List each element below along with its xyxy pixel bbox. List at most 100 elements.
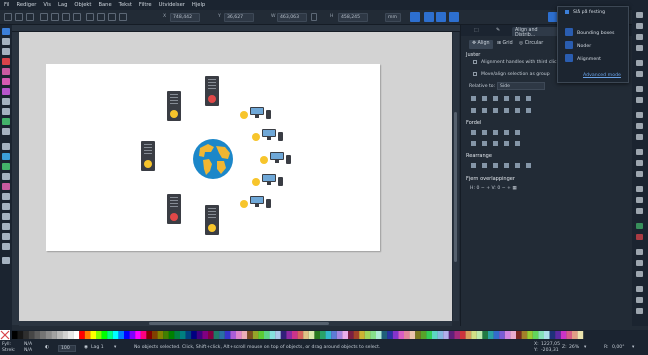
align-top-icon[interactable] [482, 108, 487, 113]
palette-swatch[interactable] [45, 331, 52, 339]
palette-swatch[interactable] [348, 331, 354, 339]
palette-swatch[interactable] [432, 331, 438, 339]
palette-swatch[interactable] [387, 331, 393, 339]
horizontal-scroll-thumb[interactable] [149, 322, 329, 325]
snap-bounding-boxes[interactable]: Bounding boxes [565, 28, 614, 36]
exchange-selected-icon[interactable] [482, 163, 487, 168]
menu-utvidelser[interactable]: Utvidelser [159, 2, 185, 8]
subtab-grid[interactable]: ⊞ Grid [494, 40, 516, 49]
palette-swatch[interactable] [325, 331, 332, 339]
distribute-right-icon[interactable] [493, 130, 498, 135]
clone-icon[interactable] [636, 197, 643, 203]
checkbox-icon[interactable] [473, 60, 477, 64]
checkbox-checked-icon[interactable] [565, 10, 569, 14]
w-field[interactable]: 463,063 [277, 13, 307, 22]
text-font-icon[interactable] [636, 260, 643, 266]
palette-swatch[interactable] [420, 331, 427, 339]
palette-swatch[interactable] [68, 331, 74, 339]
palette-swatch[interactable] [135, 331, 141, 339]
align-distribute-icon[interactable] [636, 297, 643, 303]
duplicate-icon[interactable] [636, 186, 643, 192]
randomize-icon[interactable] [504, 163, 509, 168]
select-all-layers-icon[interactable] [15, 13, 23, 21]
palette-swatch[interactable] [331, 331, 337, 339]
align-bottom-edge-icon[interactable] [471, 108, 476, 113]
palette-swatch[interactable] [437, 331, 444, 339]
menu-vis[interactable]: Vis [43, 2, 51, 8]
palette-swatch[interactable] [566, 331, 572, 339]
move-patterns-icon[interactable] [449, 12, 459, 22]
palette-swatch[interactable] [17, 331, 24, 339]
unclump-icon[interactable] [515, 163, 520, 168]
palette-swatch[interactable] [112, 331, 119, 339]
zoom-page-icon[interactable] [636, 171, 643, 177]
text-tool-icon[interactable] [2, 143, 10, 150]
group-icon[interactable] [636, 223, 643, 229]
palette-swatch[interactable] [280, 331, 287, 339]
remove-overlaps-button-icon[interactable]: ▦ [512, 186, 516, 191]
palette-swatch[interactable] [292, 331, 298, 339]
star-tool-icon[interactable] [2, 88, 10, 95]
palette-swatch[interactable] [471, 331, 477, 339]
lower-icon[interactable] [108, 13, 116, 21]
palette-swatch[interactable] [465, 331, 472, 339]
palette-swatch[interactable] [252, 331, 259, 339]
menu-filtre[interactable]: Filtre [139, 2, 152, 8]
fill-value[interactable]: N/A [24, 342, 32, 347]
paste-icon[interactable] [636, 134, 643, 140]
scale-stroke-icon[interactable] [410, 12, 420, 22]
layers-icon[interactable] [636, 271, 643, 277]
align-right-icon[interactable] [504, 96, 509, 101]
scale-radii-icon[interactable] [424, 12, 434, 22]
palette-swatch[interactable] [90, 331, 96, 339]
palette-swatch[interactable] [521, 331, 528, 339]
undo-icon[interactable] [636, 86, 643, 92]
tab-align-distribute[interactable]: Align and Distrib... [512, 27, 562, 38]
eraser-tool-icon[interactable] [2, 203, 10, 210]
align-right-edge-icon[interactable] [515, 96, 520, 101]
palette-swatch[interactable] [359, 331, 365, 339]
palette-swatch[interactable] [174, 331, 180, 339]
palette-swatch[interactable] [516, 331, 522, 339]
palette-swatch[interactable] [381, 331, 388, 339]
ungroup-icon[interactable] [636, 234, 643, 240]
lock-ratio-icon[interactable] [311, 13, 317, 21]
palette-swatch[interactable] [560, 331, 567, 339]
palette-swatch[interactable] [476, 331, 483, 339]
palette-swatch[interactable] [392, 331, 399, 339]
palette-swatch[interactable] [275, 331, 281, 339]
palette-swatch[interactable] [224, 331, 231, 339]
copy-icon[interactable] [636, 112, 643, 118]
preferences-icon[interactable] [636, 308, 643, 314]
palette-swatch[interactable] [454, 331, 460, 339]
zoom-value[interactable]: 26% [569, 345, 579, 350]
paint-bucket-tool-icon[interactable] [2, 183, 10, 190]
palette-swatch[interactable] [34, 331, 40, 339]
palette-swatch[interactable] [353, 331, 360, 339]
palette-swatch[interactable] [73, 331, 80, 339]
distribute-center-h-icon[interactable] [482, 130, 487, 135]
ellipse-tool-icon[interactable] [2, 78, 10, 85]
open-icon[interactable] [636, 23, 643, 29]
rect-tool-icon[interactable] [2, 58, 10, 65]
palette-swatch[interactable] [23, 331, 29, 339]
palette-swatch[interactable] [213, 331, 220, 339]
exchange-icon[interactable] [471, 163, 476, 168]
palette-swatch[interactable] [202, 331, 208, 339]
palette-swatch[interactable] [370, 331, 376, 339]
v-gap-input[interactable]: 0 [497, 186, 500, 191]
y-field[interactable]: 36,627 [224, 13, 254, 22]
menu-bane[interactable]: Bane [98, 2, 111, 8]
palette-swatch[interactable] [286, 331, 292, 339]
layer-name[interactable]: Lag 1 [91, 345, 104, 350]
ruler-vertical[interactable] [12, 32, 19, 325]
vertical-scrollbar[interactable] [453, 32, 459, 321]
palette-swatch[interactable] [308, 331, 315, 339]
palette-swatch[interactable] [314, 331, 320, 339]
align-text-baseline-icon[interactable] [526, 96, 531, 101]
deselect-icon[interactable] [26, 13, 34, 21]
palette-swatch[interactable] [269, 331, 276, 339]
horizontal-scrollbar[interactable] [19, 321, 452, 326]
subtab-circular[interactable]: ◎ Circular [516, 40, 546, 49]
flip-v-icon[interactable] [73, 13, 81, 21]
